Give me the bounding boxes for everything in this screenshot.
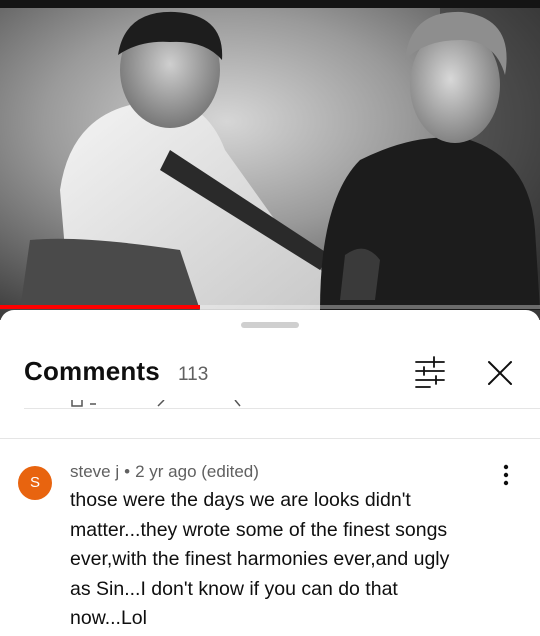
comment-author[interactable]: steve j (70, 462, 119, 481)
drag-handle[interactable] (241, 322, 299, 328)
video-frame (0, 0, 540, 320)
close-button[interactable] (480, 353, 520, 393)
comment-line: ever,with the finest harmonies ever,and … (70, 548, 450, 571)
header-divider (24, 408, 540, 409)
comments-panel: Comments 113 S steve j • 2 yr ago (edite… (0, 310, 540, 636)
comment-line: those were the days we are looks didn't (70, 489, 411, 511)
comment-text: those were the days we are looks didn't … (70, 486, 510, 634)
filter-button[interactable] (410, 353, 450, 393)
scrolled-chip-row (71, 400, 241, 407)
close-x-icon (488, 361, 512, 385)
comment-time: 2 yr ago (edited) (135, 462, 259, 481)
comments-title: Comments (24, 356, 160, 386)
comments-count: 113 (178, 364, 209, 385)
avatar[interactable]: S (18, 466, 52, 500)
comment-meta: steve j • 2 yr ago (edited) (70, 462, 259, 482)
video-progress-bar[interactable] (0, 305, 540, 309)
meta-separator: • (124, 462, 131, 481)
list-divider (0, 438, 540, 439)
comment-line: as Sin...I don't know if you can do that (70, 577, 398, 600)
comment-line: now...Lol (70, 607, 147, 630)
video-progress-fill (0, 305, 200, 309)
comment-line: matter...they wrote some of the finest s… (70, 518, 448, 541)
video-player[interactable] (0, 0, 540, 320)
filter-sliders-icon (415, 356, 445, 388)
